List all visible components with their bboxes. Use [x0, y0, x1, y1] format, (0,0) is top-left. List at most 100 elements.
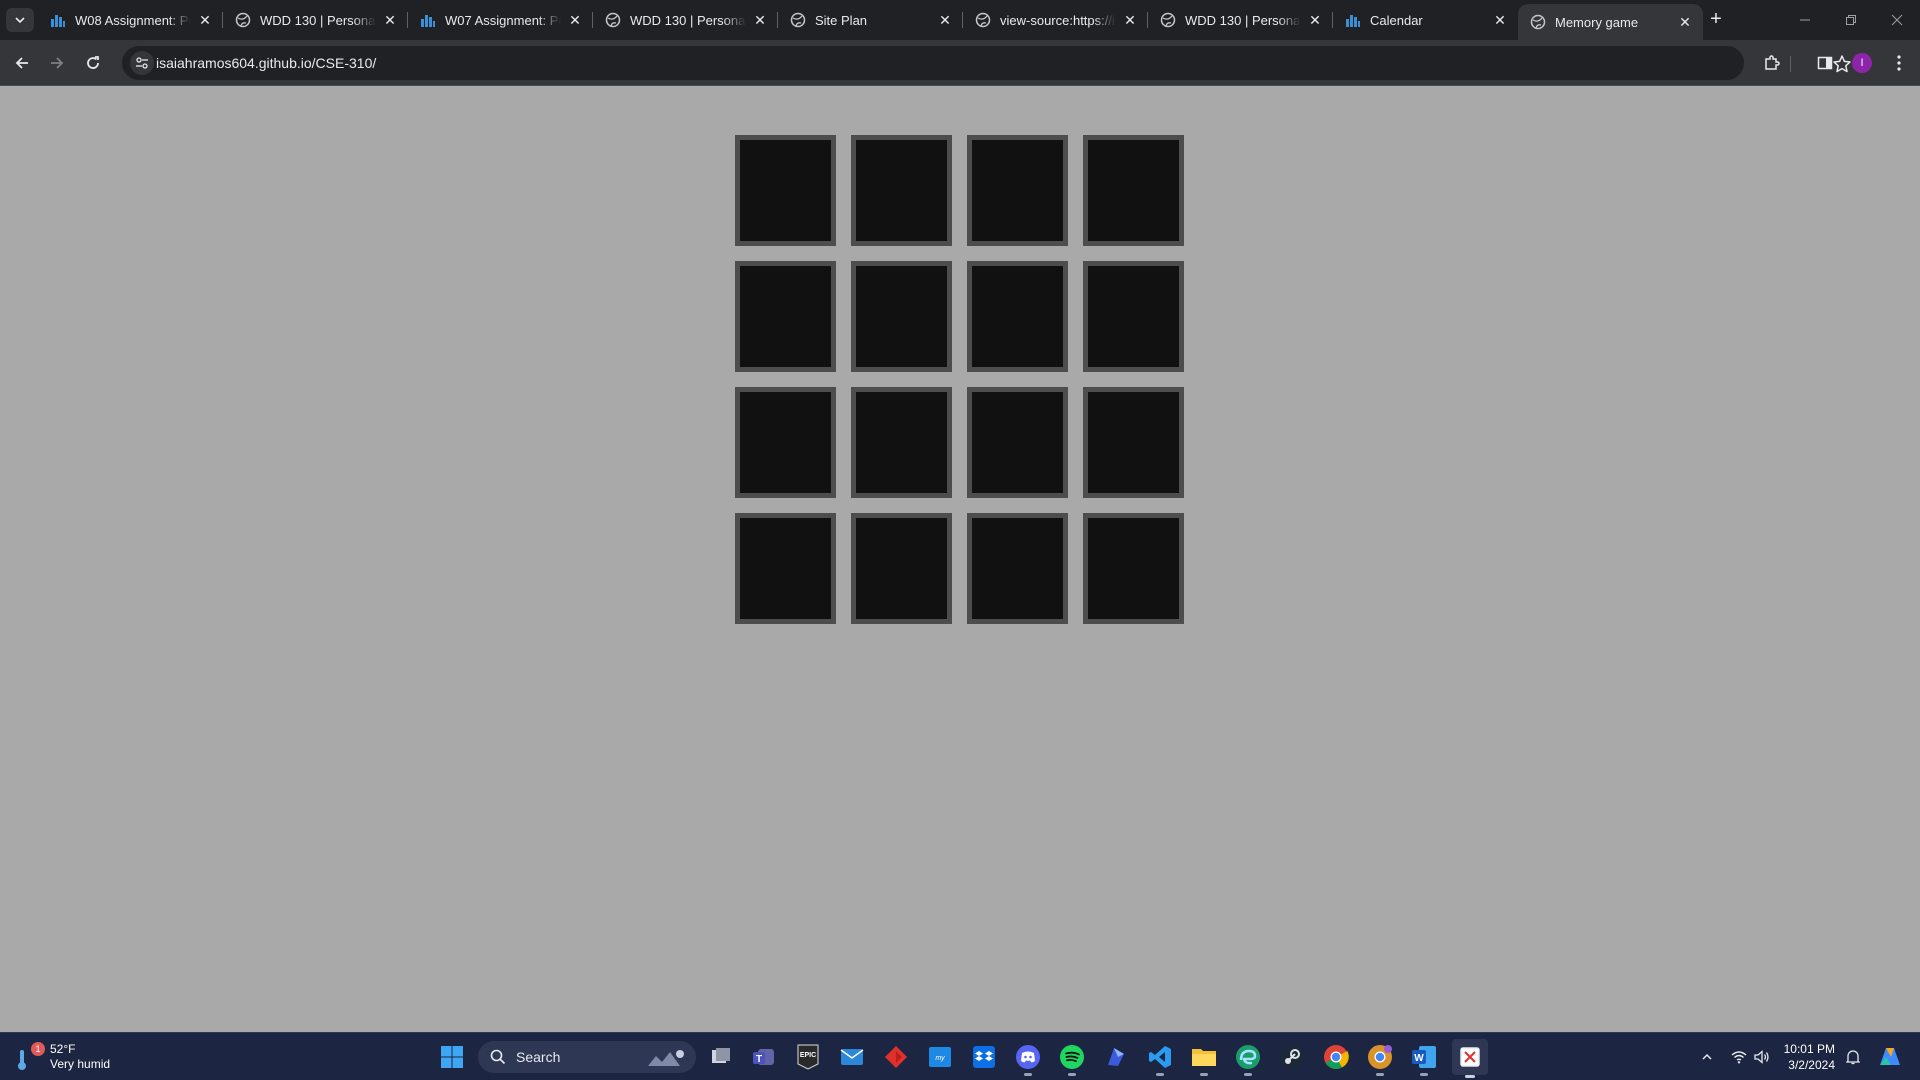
- forward-button[interactable]: [42, 48, 72, 78]
- snipping-tool-icon[interactable]: [1452, 1039, 1488, 1078]
- teams-icon[interactable]: T: [748, 1041, 780, 1073]
- close-icon[interactable]: ✕: [1492, 12, 1508, 28]
- tab-wdd130-1[interactable]: WDD 130 | Personal S ✕: [223, 0, 408, 40]
- extensions-button[interactable]: [1757, 48, 1787, 78]
- tab-wdd130-2[interactable]: WDD 130 | Personal S ✕: [593, 0, 778, 40]
- memory-card[interactable]: [967, 261, 1068, 372]
- notification-bell-icon[interactable]: [1842, 1041, 1864, 1073]
- tab-memory-game[interactable]: Memory game ✕: [1518, 4, 1703, 40]
- steam-icon[interactable]: [1276, 1041, 1308, 1073]
- running-indicator: [1376, 1073, 1384, 1076]
- memory-card[interactable]: [735, 261, 836, 372]
- tab-w07-assignment[interactable]: W07 Assignment: Per ✕: [408, 0, 593, 40]
- close-icon[interactable]: ✕: [1677, 14, 1693, 30]
- memory-card[interactable]: [851, 513, 952, 624]
- weather-icon: 1: [14, 1042, 45, 1072]
- taskbar-clock[interactable]: 10:01 PM 3/2/2024: [1775, 1041, 1835, 1073]
- windows-start-icon[interactable]: [436, 1041, 468, 1073]
- menu-button[interactable]: [1884, 48, 1914, 78]
- spotify-icon[interactable]: [1056, 1041, 1088, 1076]
- dropbox-icon[interactable]: [968, 1041, 1000, 1073]
- wifi-icon[interactable]: [1728, 1041, 1750, 1073]
- close-icon[interactable]: ✕: [752, 12, 768, 28]
- tab-calendar[interactable]: Calendar ✕: [1333, 0, 1518, 40]
- close-icon[interactable]: ✕: [567, 12, 583, 28]
- weather-widget[interactable]: 1 52°F Very humid: [14, 1038, 110, 1076]
- memory-card[interactable]: [1083, 261, 1184, 372]
- back-button[interactable]: [7, 48, 37, 78]
- memory-card[interactable]: [967, 135, 1068, 246]
- close-window-button[interactable]: [1874, 0, 1920, 40]
- tab-site-plan[interactable]: Site Plan ✕: [778, 0, 963, 40]
- mail-icon[interactable]: [836, 1041, 868, 1073]
- edge-icon[interactable]: [1232, 1041, 1264, 1076]
- restore-button[interactable]: [1828, 0, 1874, 40]
- task-view-icon[interactable]: [705, 1041, 737, 1073]
- svg-text:my: my: [935, 1055, 945, 1062]
- discord-icon[interactable]: [1012, 1041, 1044, 1076]
- word-icon[interactable]: W: [1408, 1041, 1440, 1076]
- copilot-tray-icon[interactable]: [1875, 1041, 1905, 1073]
- memory-card[interactable]: [1083, 513, 1184, 624]
- memory-card[interactable]: [735, 387, 836, 498]
- tab-w08-assignment[interactable]: W08 Assignment: Per ✕: [38, 0, 223, 40]
- copilot-icon[interactable]: [1100, 1041, 1132, 1073]
- memory-card[interactable]: [851, 387, 952, 498]
- mcafee-icon[interactable]: my: [924, 1041, 956, 1073]
- svg-text:W: W: [1414, 1053, 1424, 1064]
- close-icon[interactable]: ✕: [1307, 12, 1323, 28]
- red-app-icon[interactable]: [880, 1041, 912, 1073]
- tab-wdd130-3[interactable]: WDD 130 | Personal S ✕: [1148, 0, 1333, 40]
- memory-card[interactable]: [967, 387, 1068, 498]
- memory-card[interactable]: [1083, 387, 1184, 498]
- url-text: isaiahramos604.github.io/CSE-310/: [156, 55, 377, 71]
- taskbar-search[interactable]: Search: [478, 1041, 696, 1073]
- close-icon[interactable]: ✕: [1122, 12, 1138, 28]
- memory-card[interactable]: [735, 513, 836, 624]
- tab-title: WDD 130 | Personal S: [630, 12, 746, 28]
- page-content: [0, 87, 1920, 1032]
- memory-card[interactable]: [851, 135, 952, 246]
- active-indicator: [1465, 1075, 1475, 1078]
- close-icon[interactable]: ✕: [197, 12, 213, 28]
- weather-text: 52°F Very humid: [50, 1042, 110, 1072]
- windows-taskbar: 1 52°F Very humid Search T EPIC my W 10:…: [0, 1032, 1920, 1080]
- address-bar[interactable]: isaiahramos604.github.io/CSE-310/: [122, 46, 1851, 80]
- globe-icon: [790, 12, 806, 28]
- memory-card[interactable]: [967, 513, 1068, 624]
- tab-title: Calendar: [1370, 12, 1423, 28]
- tab-title: Memory game: [1555, 14, 1639, 30]
- epic-games-icon[interactable]: EPIC: [792, 1041, 824, 1073]
- running-indicator: [1244, 1073, 1252, 1076]
- memory-card[interactable]: [851, 261, 952, 372]
- close-icon[interactable]: ✕: [382, 12, 398, 28]
- volume-icon[interactable]: [1751, 1041, 1773, 1073]
- new-tab-button[interactable]: +: [1704, 8, 1728, 32]
- clock-time: 10:01 PM: [1783, 1042, 1835, 1056]
- memory-card[interactable]: [1083, 135, 1184, 246]
- chrome-icon[interactable]: [1320, 1041, 1352, 1073]
- globe-icon: [605, 12, 621, 28]
- minimize-icon: [1800, 19, 1810, 21]
- tab-title: W08 Assignment: Per: [75, 12, 191, 28]
- avatar: I: [1852, 53, 1872, 73]
- site-settings-icon[interactable]: [130, 51, 154, 75]
- canvas-icon: [50, 12, 66, 28]
- profile-button[interactable]: I: [1847, 48, 1877, 78]
- file-explorer-icon[interactable]: [1188, 1041, 1220, 1076]
- svg-text:EPIC: EPIC: [800, 1052, 816, 1059]
- chrome-canary-icon[interactable]: [1364, 1041, 1396, 1076]
- reload-button[interactable]: [78, 48, 108, 78]
- tab-view-source[interactable]: view-source:https://i ✕: [963, 0, 1148, 40]
- tab-search-button[interactable]: [6, 8, 34, 32]
- side-panel-button[interactable]: [1810, 48, 1840, 78]
- show-hidden-icons-button[interactable]: [1697, 1041, 1717, 1073]
- close-icon[interactable]: ✕: [937, 12, 953, 28]
- running-indicator: [1024, 1073, 1032, 1076]
- minimize-button[interactable]: [1782, 0, 1828, 40]
- chevron-down-icon: [15, 17, 25, 24]
- memory-card[interactable]: [735, 135, 836, 246]
- globe-icon: [1530, 14, 1546, 30]
- restore-icon: [1846, 15, 1856, 25]
- vscode-icon[interactable]: [1144, 1041, 1176, 1076]
